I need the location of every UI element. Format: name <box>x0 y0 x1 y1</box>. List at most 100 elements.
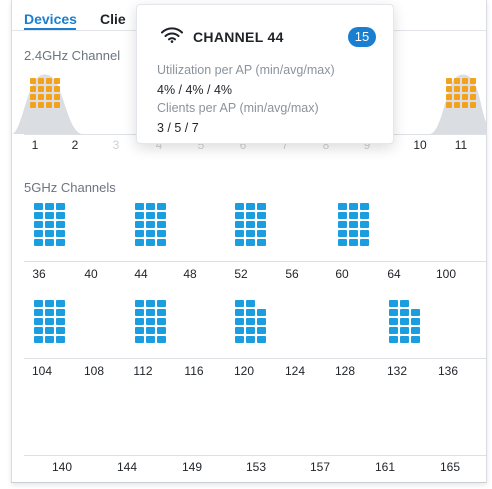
channel-1-usage-grid <box>30 78 60 108</box>
usage-cell <box>157 309 166 316</box>
usage-cell <box>56 239 65 246</box>
usage-cell <box>462 102 468 108</box>
usage-cell <box>235 239 244 246</box>
usage-cell <box>246 230 255 237</box>
usage-cell <box>470 102 476 108</box>
usage-cell <box>349 203 358 210</box>
usage-cell <box>246 336 255 343</box>
channel-baseline-5ghz-row1 <box>24 261 486 262</box>
usage-cell <box>34 239 43 246</box>
usage-cell <box>338 239 347 246</box>
usage-cell <box>30 94 36 100</box>
channel-label: 136 <box>437 364 459 378</box>
clients-per-ap-value: 3 / 5 / 7 <box>157 121 199 135</box>
usage-cell <box>56 221 65 228</box>
channel-label: 3 <box>112 138 120 152</box>
usage-cell <box>34 309 43 316</box>
usage-cell <box>30 102 36 108</box>
channel-112-usage-grid <box>135 300 166 343</box>
usage-cell <box>400 318 409 325</box>
tab-devices[interactable]: Devices <box>24 11 77 27</box>
usage-cell <box>54 86 60 92</box>
channel-label: 52 <box>234 267 248 281</box>
usage-cell <box>454 78 460 84</box>
usage-cell <box>349 221 358 228</box>
tooltip-title: CHANNEL 44 <box>193 29 284 45</box>
usage-cell <box>389 309 398 316</box>
channel-label: 140 <box>51 460 73 474</box>
usage-cell <box>135 203 144 210</box>
usage-cell <box>246 212 255 219</box>
usage-cell <box>34 203 43 210</box>
active-tab-underline <box>24 28 76 30</box>
usage-cell <box>146 309 155 316</box>
usage-cell <box>454 94 460 100</box>
usage-cell <box>146 300 155 307</box>
channel-label: 128 <box>334 364 356 378</box>
usage-cell <box>146 318 155 325</box>
usage-cell <box>135 309 144 316</box>
usage-cell <box>257 203 266 210</box>
utilization-label: Utilization per AP (min/avg/max) <box>157 63 335 77</box>
section-title-24ghz: 2.4GHz Channel <box>24 48 121 63</box>
usage-cell <box>135 221 144 228</box>
channel-label: 56 <box>285 267 299 281</box>
channel-baseline-5ghz-row3 <box>24 455 486 456</box>
channel-60-usage-grid <box>338 203 369 246</box>
usage-cell <box>146 221 155 228</box>
usage-cell <box>246 309 255 316</box>
usage-cell <box>389 327 398 334</box>
channel-usage-panel: Devices Clie 2.4GHz Channel 1 2 3 4 5 6 … <box>11 0 487 483</box>
usage-cell <box>235 309 244 316</box>
channel-36-usage-grid <box>34 203 65 246</box>
usage-cell <box>135 239 144 246</box>
usage-cell <box>257 309 266 316</box>
channel-52-usage-grid <box>235 203 266 246</box>
channel-label: 44 <box>134 267 148 281</box>
usage-cell <box>446 94 452 100</box>
usage-cell <box>446 102 452 108</box>
usage-cell <box>146 336 155 343</box>
usage-cell <box>246 203 255 210</box>
usage-cell <box>54 94 60 100</box>
usage-cell <box>135 336 144 343</box>
usage-cell <box>360 239 369 246</box>
usage-cell <box>38 86 44 92</box>
tab-clients[interactable]: Clie <box>100 11 126 27</box>
usage-cell <box>349 230 358 237</box>
usage-cell <box>257 230 266 237</box>
usage-cell <box>246 300 255 307</box>
usage-cell <box>389 336 398 343</box>
usage-cell <box>56 309 65 316</box>
usage-cell <box>400 300 409 307</box>
usage-cell <box>34 230 43 237</box>
usage-cell <box>235 221 244 228</box>
usage-cell <box>462 94 468 100</box>
usage-cell <box>446 86 452 92</box>
usage-cell <box>146 203 155 210</box>
usage-cell <box>56 336 65 343</box>
usage-cell <box>45 336 54 343</box>
wifi-icon <box>161 27 183 43</box>
usage-cell <box>360 212 369 219</box>
usage-cell <box>34 336 43 343</box>
usage-cell <box>389 318 398 325</box>
usage-cell <box>157 336 166 343</box>
usage-cell <box>30 86 36 92</box>
channel-label: 116 <box>184 364 204 378</box>
usage-cell <box>235 318 244 325</box>
channel-label: 124 <box>284 364 306 378</box>
usage-cell <box>411 309 420 316</box>
usage-cell <box>246 239 255 246</box>
usage-cell <box>400 327 409 334</box>
usage-cell <box>45 239 54 246</box>
usage-cell <box>338 212 347 219</box>
usage-cell <box>235 300 244 307</box>
usage-cell <box>470 86 476 92</box>
usage-cell <box>400 336 409 343</box>
usage-cell <box>46 102 52 108</box>
usage-cell <box>246 327 255 334</box>
usage-cell <box>338 230 347 237</box>
usage-cell <box>235 212 244 219</box>
usage-cell <box>34 327 43 334</box>
